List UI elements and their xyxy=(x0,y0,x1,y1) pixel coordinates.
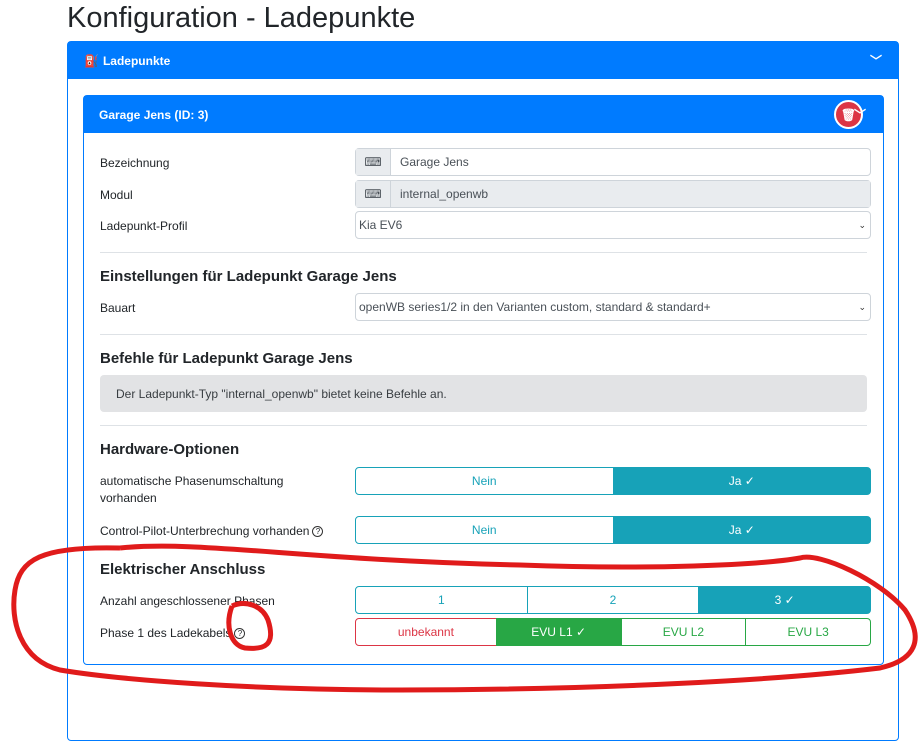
red-annotation-circle xyxy=(11,543,918,693)
red-small-circle xyxy=(226,601,274,651)
red-ellipse xyxy=(11,543,918,693)
